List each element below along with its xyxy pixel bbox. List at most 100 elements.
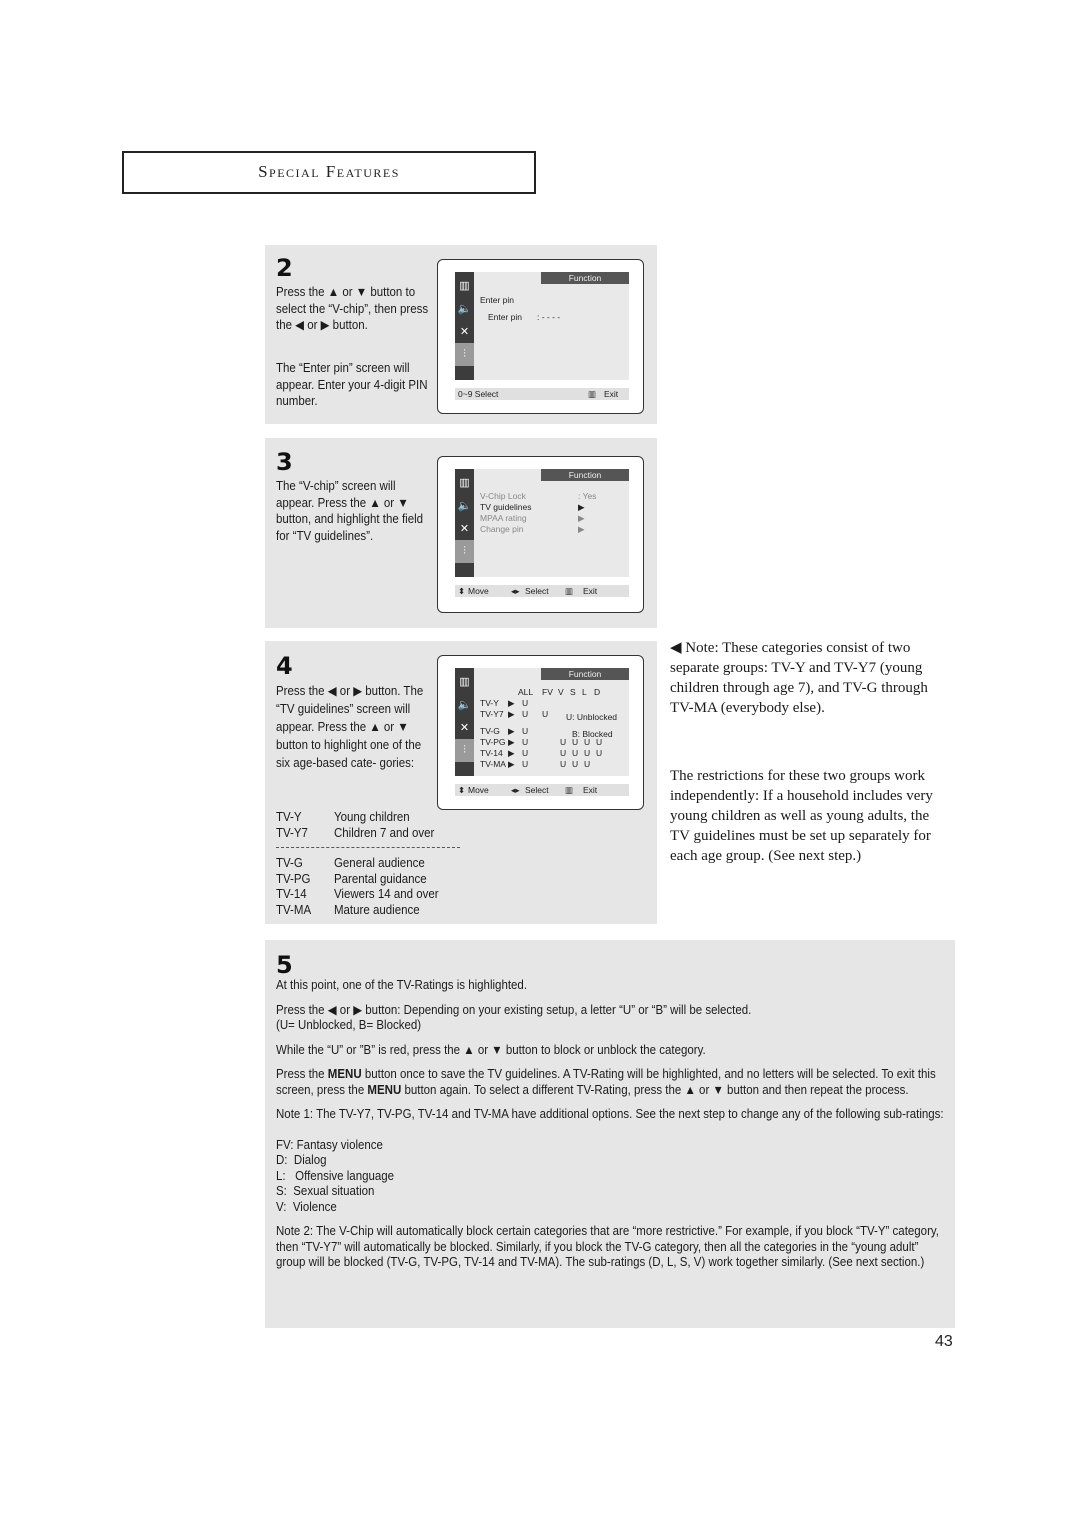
rating-code: TV-PG (276, 871, 311, 886)
rating-row-label[interactable]: TV-14 (480, 748, 503, 758)
tv-menu-sidebar: ▥ 🔈 ✕ ⫶ (455, 469, 474, 577)
rating-code: TV-MA (276, 902, 312, 917)
categories-note: ◀ Note: These categories consist of two … (670, 640, 928, 716)
enter-pin-title: Enter pin (480, 295, 515, 305)
channel-menu-icon: ✕ (459, 722, 470, 734)
rating-cell-s[interactable]: U (572, 748, 578, 758)
arrow-right-icon: ▶ (508, 726, 515, 736)
section-title: Special Features (258, 162, 400, 181)
arrow-right-icon: ▶ (578, 524, 585, 534)
rating-desc: General audience (333, 856, 425, 870)
rating-cell-all[interactable]: U (522, 726, 528, 736)
rating-cell-all[interactable]: U (522, 709, 528, 719)
column-header-v: V (558, 687, 564, 697)
footer-exit: Exit (604, 389, 619, 399)
step-2-text-1: Press the ▲ or ▼ button to select the “V… (276, 285, 429, 333)
updown-icon: ⬍ (458, 586, 466, 596)
legend-unblocked: U: Unblocked (566, 712, 618, 722)
function-menu-icon: ⫶ (455, 739, 474, 762)
rating-row-label[interactable]: TV-G (480, 726, 500, 736)
rating-cell-v[interactable]: U (560, 737, 566, 747)
picture-menu-icon: ▥ (459, 280, 470, 292)
rating-row-label[interactable]: TV-Y7 (480, 709, 504, 719)
rating-cell-v[interactable]: U (560, 748, 566, 758)
subrating-item: D: Dialog (276, 1153, 327, 1167)
rating-cell-s[interactable]: U (572, 737, 578, 747)
rating-desc: Mature audience (333, 902, 420, 917)
menu-item-vchip-lock[interactable]: V-Chip Lock (480, 491, 526, 501)
menu-icon: ▥ (565, 586, 574, 596)
rating-cell-v[interactable]: U (560, 759, 566, 769)
arrow-right-icon: ▶ (508, 737, 515, 747)
rating-cell-l[interactable]: U (584, 759, 590, 769)
step-5-note1: Note 1: The TV-Y7, TV-PG, TV-14 and TV-M… (276, 1107, 944, 1121)
enter-pin-label: Enter pin (488, 312, 523, 322)
function-menu-icon: ⫶ (455, 540, 474, 563)
rating-cell-all[interactable]: U (522, 737, 528, 747)
arrow-right-icon: ▶ (508, 698, 515, 708)
step-4-number: 4 (276, 652, 293, 680)
menu-icon: ▥ (565, 785, 574, 795)
picture-menu-icon: ▥ (459, 477, 470, 489)
rating-cell-fv[interactable]: U (542, 709, 548, 719)
menu-item-tv-guidelines[interactable]: TV guidelines (480, 502, 532, 512)
menu-icon: ▥ (588, 389, 597, 399)
step-2-instructions: Press the ▲ or ▼ button to select the “V… (276, 284, 429, 334)
rating-cell-all[interactable]: U (522, 759, 528, 769)
footer-move: Move (468, 785, 489, 795)
rating-cell-l[interactable]: U (584, 748, 590, 758)
tv-screen-vchip: ▥ 🔈 ✕ ⫶ Function V-Chip Lock : Yes TV gu… (437, 456, 644, 613)
step-3-instructions: The “V-chip” screen will appear. Press t… (276, 478, 429, 544)
rating-row: TV-Y Young children (276, 810, 434, 826)
menu-item-mpaa-rating[interactable]: MPAA rating (480, 513, 527, 523)
step-2-note: The “Enter pin” screen will appear. Ente… (276, 360, 429, 410)
ratings-young-list: TV-Y Young children TV-Y7 Children 7 and o… (276, 810, 434, 841)
step-2-text-2: The “Enter pin” screen will appear. Ente… (276, 361, 428, 409)
rating-row-label[interactable]: TV-PG (480, 737, 506, 747)
arrow-right-icon: ▶ (508, 709, 515, 719)
leftright-icon: ◂▸ (511, 586, 520, 596)
column-header-l: L (582, 687, 587, 697)
step-3-number: 3 (276, 448, 293, 476)
rating-code: TV-14 (276, 887, 307, 901)
page-number: 43 (935, 1333, 953, 1350)
rating-code: TV-Y7 (276, 825, 308, 840)
enter-pin-field[interactable]: : - - - - (537, 312, 560, 322)
footer-exit: Exit (583, 586, 598, 596)
step-5-note2: Note 2: The V-Chip will automatically bl… (276, 1224, 940, 1269)
menu-keyword: MENU (327, 1067, 362, 1081)
rating-cell-all[interactable]: U (522, 698, 528, 708)
subrating-item: S: Sexual situation (276, 1184, 375, 1198)
text: Press the (276, 1067, 328, 1081)
rating-row-label[interactable]: TV-MA (480, 759, 506, 769)
step-5-p4: Press the MENU button once to save the T… (276, 1067, 946, 1098)
tv-menu-sidebar: ▥ 🔈 ✕ ⫶ (455, 272, 474, 380)
tv-menu-content: Function Enter pin Enter pin : - - - - (474, 272, 629, 380)
step-5-p2a: Press the ◀ or ▶ button: Depending on yo… (276, 1002, 752, 1017)
subrating-item: V: Violence (276, 1199, 337, 1214)
tv-screen-enter-pin: ▥ 🔈 ✕ ⫶ Function Enter pin Enter pin : -… (437, 259, 644, 414)
rating-cell-all[interactable]: U (522, 748, 528, 758)
step-5-p2b: (U= Unblocked, B= Blocked) (276, 1018, 422, 1032)
function-menu-icon: ⫶ (455, 343, 474, 366)
step-4-instructions: Press the ◀ or ▶ button. The “TV guideli… (276, 682, 429, 772)
rating-row: TV-14 Viewers 14 and over (276, 887, 439, 903)
arrow-right-icon: ▶ (508, 759, 515, 769)
rating-cell-d[interactable]: U (596, 748, 602, 758)
step-2-number: 2 (276, 254, 293, 282)
tv-menu-content: Function V-Chip Lock : Yes TV guidelines… (474, 469, 629, 577)
rating-cell-l[interactable]: U (584, 737, 590, 747)
step-5-number: 5 (276, 951, 293, 979)
step-3-text: The “V-chip” screen will appear. Press t… (276, 479, 424, 543)
tv-screen-guidelines: ▥ 🔈 ✕ ⫶ Function U: Unblocked B: Blocked… (437, 655, 644, 810)
group-divider (276, 847, 460, 848)
sound-menu-icon: 🔈 (457, 303, 472, 315)
menu-item-change-pin[interactable]: Change pin (480, 524, 523, 534)
rating-cell-s[interactable]: U (572, 759, 578, 769)
rating-cell-d[interactable]: U (596, 737, 602, 747)
subrating-item: L: Offensive language (276, 1168, 395, 1183)
tv-footer: 0~9 Select ▥ Exit (455, 388, 629, 400)
rating-row: TV-Y7 Children 7 and over (276, 826, 434, 842)
rating-row-label[interactable]: TV-Y (480, 698, 499, 708)
column-header-s: S (570, 687, 576, 697)
